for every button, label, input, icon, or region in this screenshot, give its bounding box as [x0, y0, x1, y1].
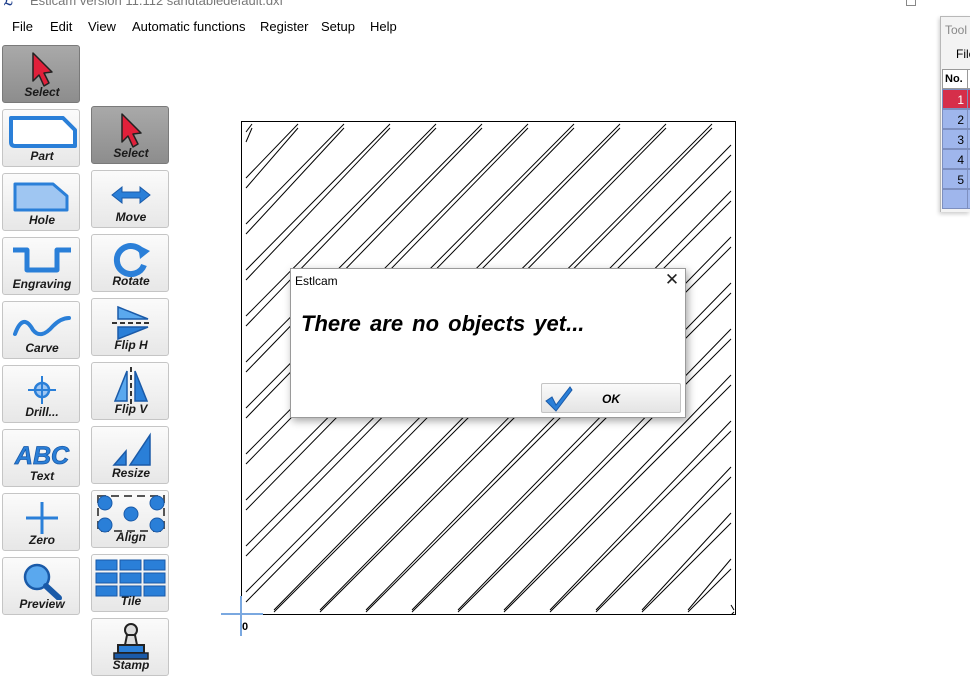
menu-register[interactable]: Register — [260, 19, 308, 34]
hatch-stroke — [641, 512, 732, 611]
zero-label: Zero — [28, 533, 55, 547]
flip-v-icon — [113, 367, 149, 405]
tool-row-5[interactable]: 5 — [942, 169, 968, 189]
tool-table-header-no: No. — [942, 69, 968, 89]
tool-row-empty[interactable] — [942, 189, 968, 209]
preview-button[interactable]: Preview — [2, 557, 80, 615]
stamp-label: Stamp — [112, 658, 150, 672]
ok-button[interactable]: OK — [541, 383, 681, 413]
drill-icon — [28, 376, 56, 404]
engraving-icon — [13, 247, 71, 273]
text-label: Text — [29, 469, 55, 483]
drill-label: Drill... — [25, 405, 59, 419]
hatch-stroke — [730, 604, 735, 611]
align-button[interactable]: Align — [91, 490, 169, 548]
hole-label: Hole — [28, 213, 55, 227]
tool-row-3[interactable]: 3 — [942, 129, 968, 149]
drill-button[interactable]: Drill... — [2, 365, 80, 423]
carve-label: Carve — [25, 341, 59, 355]
move-icon — [111, 185, 151, 205]
title-bar: ℒ Estlcam version 11.112 sandtabledefaul… — [0, 0, 970, 10]
resize-icon — [112, 432, 151, 466]
hatch-stroke — [245, 127, 345, 235]
menu-help[interactable]: Help — [370, 19, 397, 34]
flip-v-button[interactable]: Flip V — [91, 362, 169, 420]
close-icon[interactable]: ✕ — [663, 271, 681, 289]
move-label: Move — [115, 210, 147, 224]
tool-row-1[interactable]: 1 — [942, 89, 968, 109]
part-label: Part — [30, 149, 54, 163]
menu-bar: File Edit View Automatic functions Regis… — [0, 12, 940, 40]
hatch-stroke — [641, 522, 732, 613]
hatch-stroke — [687, 568, 732, 613]
menu-view[interactable]: View — [88, 19, 116, 34]
hatch-stroke — [595, 476, 732, 613]
tile-label: Tile — [120, 594, 142, 608]
flip-h-icon — [112, 305, 152, 341]
rotate-button[interactable]: Rotate — [91, 234, 169, 292]
preview-icon — [23, 563, 62, 600]
window-title: Estlcam version 11.112 sandtabledefault.… — [30, 0, 284, 8]
align-label: Align — [116, 530, 146, 544]
hatch-stroke — [245, 123, 391, 271]
menu-edit[interactable]: Edit — [50, 19, 72, 34]
flip-h-label: Flip H — [114, 338, 148, 352]
select-label: Select — [24, 85, 60, 99]
tool-window-menu-file[interactable]: File — [956, 47, 970, 61]
hatch-stroke — [687, 558, 732, 611]
select-arrow-icon — [121, 113, 142, 148]
part-button[interactable]: Part — [2, 109, 80, 167]
edit-select-button[interactable]: Select — [91, 106, 169, 164]
resize-button[interactable]: Resize — [91, 426, 169, 484]
tile-icon — [95, 559, 166, 597]
tile-button[interactable]: Tile — [91, 554, 169, 612]
hatch-stroke — [245, 123, 299, 179]
resize-label: Resize — [111, 466, 151, 480]
dialog-message: There are no objects yet... — [301, 311, 585, 336]
align-icon — [97, 495, 165, 533]
rotate-label: Rotate — [112, 274, 150, 288]
rotate-icon — [113, 243, 150, 277]
maximize-icon[interactable] — [906, 0, 916, 6]
hole-button[interactable]: Hole — [2, 173, 80, 231]
hatch-stroke — [549, 420, 732, 611]
hatch-stroke — [503, 384, 732, 613]
carve-icon — [13, 316, 71, 337]
tool-window: Tool File No. 1 2 3 4 5 — [940, 16, 970, 212]
tool-row-2[interactable]: 2 — [942, 109, 968, 129]
hatch-stroke — [245, 123, 345, 225]
select-button[interactable]: Select — [2, 45, 80, 103]
menu-setup[interactable]: Setup — [321, 19, 355, 34]
hatch-stroke — [730, 611, 735, 616]
part-icon — [9, 116, 77, 148]
menu-automatic-functions[interactable]: Automatic functions — [132, 19, 245, 34]
zero-button[interactable]: Zero — [2, 493, 80, 551]
tool-window-title: Tool — [945, 23, 968, 37]
stamp-icon — [113, 623, 149, 660]
move-button[interactable]: Move — [91, 170, 169, 228]
checkmark-icon — [545, 386, 573, 412]
carve-button[interactable]: Carve — [2, 301, 80, 359]
text-icon: ABC — [14, 442, 71, 471]
hatch-stroke — [549, 430, 732, 613]
svg-text:ABC: ABC — [14, 442, 70, 470]
text-button[interactable]: ABC Text — [2, 429, 80, 487]
tool-row-4[interactable]: 4 — [942, 149, 968, 169]
zero-icon — [26, 502, 58, 534]
flip-h-button[interactable]: Flip H — [91, 298, 169, 356]
select-arrow-icon — [32, 52, 53, 87]
hole-icon — [13, 182, 69, 212]
preview-label: Preview — [19, 597, 65, 611]
engraving-label: Engraving — [12, 277, 72, 291]
stamp-button[interactable]: Stamp — [91, 618, 169, 676]
message-dialog: Estlcam ✕ There are no objects yet... OK — [290, 268, 686, 418]
dialog-title: Estlcam — [295, 274, 338, 288]
menu-file[interactable]: File — [12, 19, 33, 34]
edit-select-label: Select — [113, 146, 149, 160]
flip-v-label: Flip V — [114, 402, 148, 416]
engraving-button[interactable]: Engraving — [2, 237, 80, 295]
ok-label: OK — [602, 392, 620, 406]
origin-label: 0 — [242, 621, 249, 633]
estlcam-logo-icon: ℒ — [4, 0, 13, 8]
